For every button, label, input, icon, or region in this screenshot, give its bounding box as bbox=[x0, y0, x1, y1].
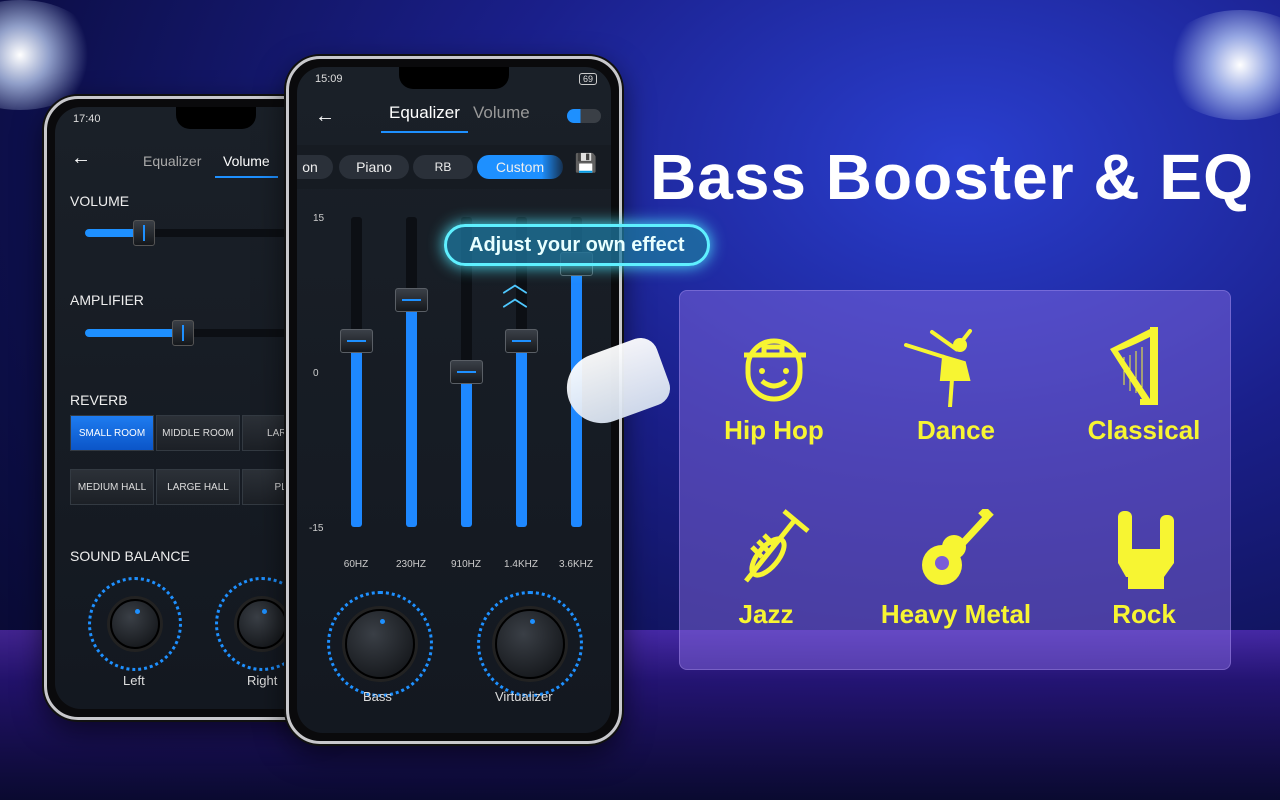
reverb-label: REVERB bbox=[70, 392, 128, 408]
volume-thumb[interactable] bbox=[133, 220, 155, 246]
volume-fill bbox=[85, 229, 137, 237]
back-arrow-icon[interactable]: ← bbox=[315, 105, 335, 128]
tab-volume[interactable]: Volume bbox=[473, 103, 530, 123]
tab-equalizer[interactable]: Equalizer bbox=[143, 153, 201, 169]
status-time: 15:09 bbox=[315, 73, 343, 85]
eq-band-thumb[interactable] bbox=[395, 287, 428, 312]
headline: Bass Booster & EQ bbox=[650, 141, 1254, 213]
trumpet-icon bbox=[744, 509, 810, 583]
tab-equalizer[interactable]: Equalizer bbox=[381, 103, 468, 133]
callout-badge: Adjust your own effect bbox=[444, 224, 710, 266]
rock-hand-icon bbox=[1118, 511, 1174, 589]
left-label: Left bbox=[123, 673, 145, 688]
phone-notch bbox=[175, 107, 256, 129]
scale-max: 15 bbox=[313, 213, 325, 224]
eq-band-frequency: 1.4KHZ bbox=[504, 559, 538, 570]
virtualizer-knob[interactable] bbox=[495, 609, 565, 679]
reverb-small-room[interactable]: SMALL ROOM bbox=[70, 415, 154, 451]
amplifier-thumb[interactable] bbox=[172, 320, 194, 346]
eq-band-thumb[interactable] bbox=[505, 329, 538, 353]
tab-volume[interactable]: Volume bbox=[215, 153, 278, 178]
eq-band-slider[interactable] bbox=[395, 217, 428, 527]
ballerina-icon bbox=[904, 329, 972, 407]
preset-custom[interactable]: Custom bbox=[477, 155, 563, 179]
hip-hop-face-icon bbox=[744, 338, 806, 402]
battery-indicator: 69 bbox=[578, 73, 597, 85]
eq-band-slider[interactable] bbox=[340, 217, 373, 527]
sound-balance-label: SOUND BALANCE bbox=[70, 548, 190, 564]
eq-band-frequency: 910HZ bbox=[450, 559, 481, 570]
eq-band-thumb[interactable] bbox=[450, 360, 483, 384]
eq-band-fill bbox=[406, 299, 417, 527]
genre-rock[interactable]: Rock bbox=[1054, 599, 1234, 630]
virtualizer-label: Virtualizer bbox=[495, 689, 553, 704]
guitar-icon bbox=[922, 509, 994, 585]
right-balance-knob[interactable] bbox=[237, 599, 287, 649]
eq-band-frequency: 230HZ bbox=[395, 559, 426, 570]
volume-label: VOLUME bbox=[70, 193, 130, 209]
eq-band-frequency: 3.6KHZ bbox=[559, 559, 593, 570]
spotlight bbox=[0, 0, 100, 110]
bass-knob[interactable] bbox=[345, 609, 415, 679]
left-balance-knob[interactable] bbox=[110, 599, 160, 649]
genre-heavy-metal[interactable]: Heavy Metal bbox=[856, 599, 1056, 630]
status-time: 17:40 bbox=[73, 113, 101, 125]
phone-notch bbox=[399, 67, 509, 89]
right-label: Right bbox=[247, 673, 278, 688]
scale-min: -15 bbox=[309, 523, 324, 534]
eq-band-thumb[interactable] bbox=[340, 329, 373, 353]
spotlight bbox=[1160, 10, 1280, 120]
preset-chip[interactable]: on bbox=[297, 155, 333, 179]
scale-mid: 0 bbox=[313, 368, 319, 379]
eq-band-frequency: 60HZ bbox=[343, 559, 369, 570]
harp-icon bbox=[1110, 327, 1158, 405]
genre-classical[interactable]: Classical bbox=[1054, 415, 1234, 446]
genre-hip-hop[interactable]: Hip Hop bbox=[684, 415, 864, 446]
bass-label: Bass bbox=[363, 689, 392, 704]
preset-rb[interactable]: RB bbox=[413, 155, 473, 179]
eq-band-fill bbox=[461, 372, 472, 527]
amplifier-label: AMPLIFIER bbox=[70, 292, 144, 308]
genre-dance[interactable]: Dance bbox=[866, 415, 1046, 446]
reverb-middle-room[interactable]: MIDDLE ROOM bbox=[156, 415, 240, 451]
eq-band-fill bbox=[351, 341, 362, 527]
amplifier-fill bbox=[85, 329, 176, 337]
genre-panel: Hip Hop Dance Classical Jazz Heavy Metal… bbox=[679, 290, 1231, 670]
back-arrow-icon[interactable]: ← bbox=[71, 147, 91, 170]
chevron-up-icon: ︿ ︿ bbox=[502, 268, 529, 312]
reverb-medium-hall[interactable]: MEDIUM HALL bbox=[70, 469, 154, 505]
genre-jazz[interactable]: Jazz bbox=[676, 599, 856, 630]
reverb-large-hall[interactable]: LARGE HALL bbox=[156, 469, 240, 505]
save-icon[interactable]: 💾 bbox=[575, 153, 597, 174]
eq-band-fill bbox=[516, 341, 527, 527]
preset-piano[interactable]: Piano bbox=[339, 155, 409, 179]
equalizer-toggle[interactable] bbox=[567, 109, 601, 123]
